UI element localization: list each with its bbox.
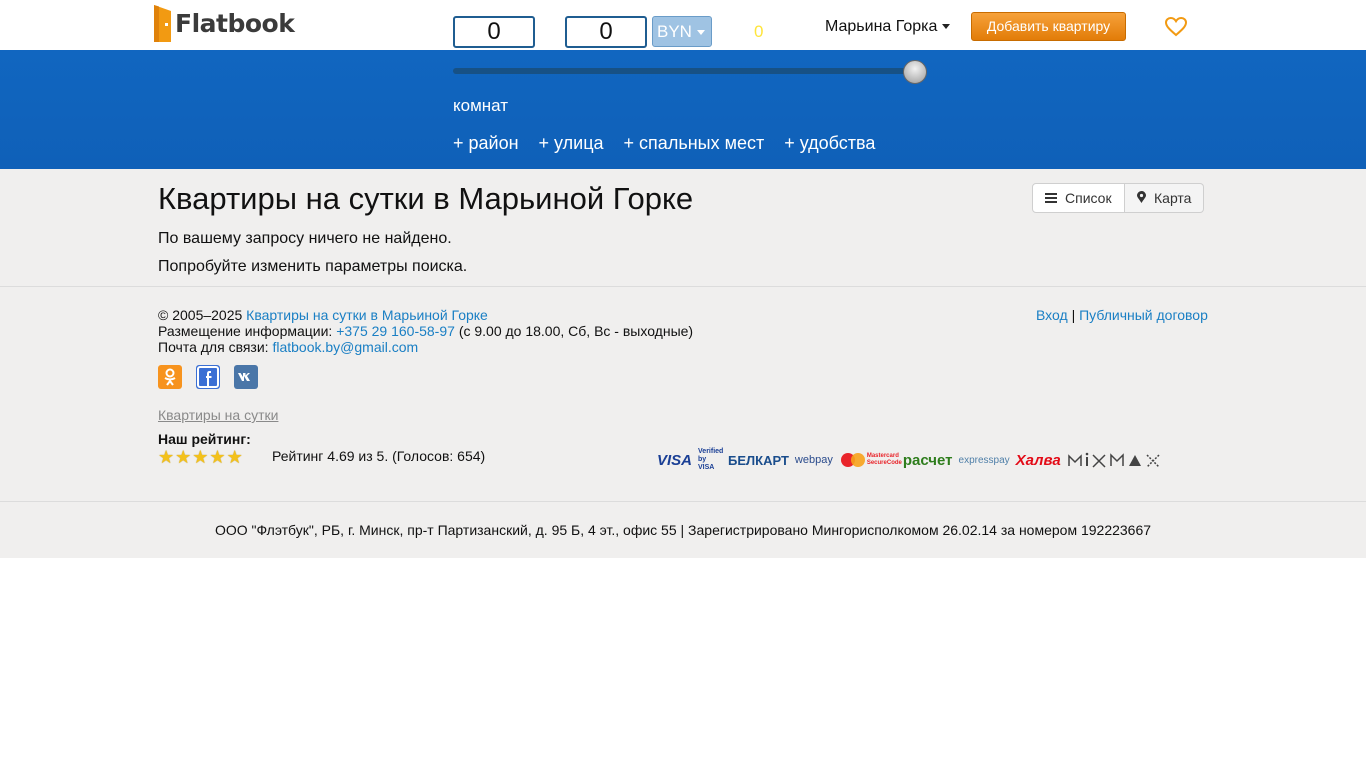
list-icon (1045, 190, 1057, 206)
add-apartment-button[interactable]: Добавить квартиру (971, 12, 1126, 41)
map-marker-icon (1137, 190, 1146, 206)
rating-text: Рейтинг 4.69 из 5. (Голосов: 654) (272, 448, 486, 464)
placement-line: Размещение информации: +375 29 160-58-97… (158, 323, 693, 339)
login-link[interactable]: Вход (1036, 307, 1068, 323)
rooms-slider-handle[interactable] (903, 60, 927, 84)
favorites-heart-icon[interactable] (1164, 16, 1188, 37)
email-line: Почта для связи: flatbook.by@gmail.com (158, 339, 418, 355)
page-title: Квартиры на сутки в Марьиной Горке (158, 181, 694, 216)
payment-logos: VISA Verified by VISA БЕЛКАРТ webpay Mas… (657, 440, 1203, 480)
belkart-logo: БЕЛКАРТ (728, 452, 789, 468)
halva-logo: Халва (1015, 451, 1061, 469)
city-value: Марьина Горка (825, 18, 938, 35)
rooms-count: 0 (754, 22, 764, 41)
rating-label: Наш рейтинг: (158, 431, 251, 447)
copyright-text: © 2005–2025 (158, 307, 243, 323)
no-results-message: По вашему запросу ничего не найдено. (158, 230, 452, 247)
filter-street[interactable]: + улица (539, 133, 604, 154)
expresspay-logo: expresspay (958, 454, 1010, 466)
rating-stars: ★ ★ ★ ★ ★ (158, 448, 243, 466)
price-min-input[interactable]: 0 (453, 16, 535, 48)
vkontakte-icon[interactable] (234, 365, 258, 389)
star-icon: ★ (175, 447, 192, 467)
currency-value: BYN (657, 22, 692, 41)
search-hint-message: Попробуйте изменить параметры поиска. (158, 258, 468, 275)
filter-beds[interactable]: + спальных мест (624, 133, 765, 154)
filter-links: + район + улица + спальных мест + удобст… (453, 133, 875, 154)
city-dropdown[interactable]: Марьина Горка (825, 18, 951, 36)
star-icon: ★ (192, 447, 209, 467)
facebook-icon[interactable] (196, 365, 220, 389)
public-contract-link[interactable]: Публичный договор (1079, 307, 1208, 323)
copyright-line: © 2005–2025 Квартиры на сутки в Марьиной… (158, 307, 488, 323)
email-link[interactable]: flatbook.by@gmail.com (272, 339, 418, 355)
filter-amenities[interactable]: + удобства (784, 133, 875, 154)
legal-info: ООО "Флэтбук", РБ, г. Минск, пр-т Партиз… (214, 522, 1152, 538)
placement-label: Размещение информации: (158, 323, 333, 339)
raschet-logo: расчет (902, 451, 953, 469)
currency-select[interactable]: BYN (652, 16, 712, 47)
misc-payment-icons (1067, 452, 1162, 468)
filter-district[interactable]: + район (453, 133, 519, 154)
mastercard-text: Mastercard SecureCode (866, 453, 902, 466)
door-logo-icon (154, 4, 171, 42)
visa-logo: VISA (657, 451, 693, 469)
mastercard-logo: Mastercard SecureCode (839, 452, 902, 468)
price-max-input[interactable]: 0 (565, 16, 647, 48)
star-icon: ★ (226, 447, 243, 467)
working-hours: (с 9.00 до 18.00, Сб, Вс - выходные) (458, 323, 694, 339)
star-icon: ★ (209, 447, 226, 467)
email-label: Почта для связи: (158, 339, 269, 355)
view-toggle: Список Карта (1032, 183, 1204, 213)
logo-link[interactable]: Flatbook (154, 4, 295, 42)
caret-down-icon (942, 24, 951, 30)
copyright-link[interactable]: Квартиры на сутки в Марьиной Горке (246, 307, 488, 323)
star-icon: ★ (158, 447, 175, 467)
view-list-label: Список (1065, 190, 1112, 206)
webpay-logo: webpay (794, 454, 833, 466)
view-map-label: Карта (1154, 190, 1192, 206)
logo-text: Flatbook (175, 8, 295, 38)
footer-right-links: Вход | Публичный договор (1036, 307, 1208, 323)
rooms-label: комнат (453, 96, 509, 115)
verified-by-visa-logo: Verified by VISA (698, 448, 724, 471)
view-map-button[interactable]: Карта (1125, 183, 1204, 213)
view-list-button[interactable]: Список (1032, 183, 1125, 213)
rooms-slider-track[interactable] (453, 68, 919, 74)
phone-link[interactable]: +375 29 160-58-97 (336, 323, 455, 339)
separator: | (1071, 307, 1076, 323)
seo-link[interactable]: Квартиры на сутки (158, 407, 278, 423)
odnoklassniki-icon[interactable] (158, 365, 182, 389)
caret-down-icon (696, 30, 705, 36)
top-bar: Flatbook 0 0 BYN 0 Марьина Горка Добавит… (0, 0, 1366, 50)
